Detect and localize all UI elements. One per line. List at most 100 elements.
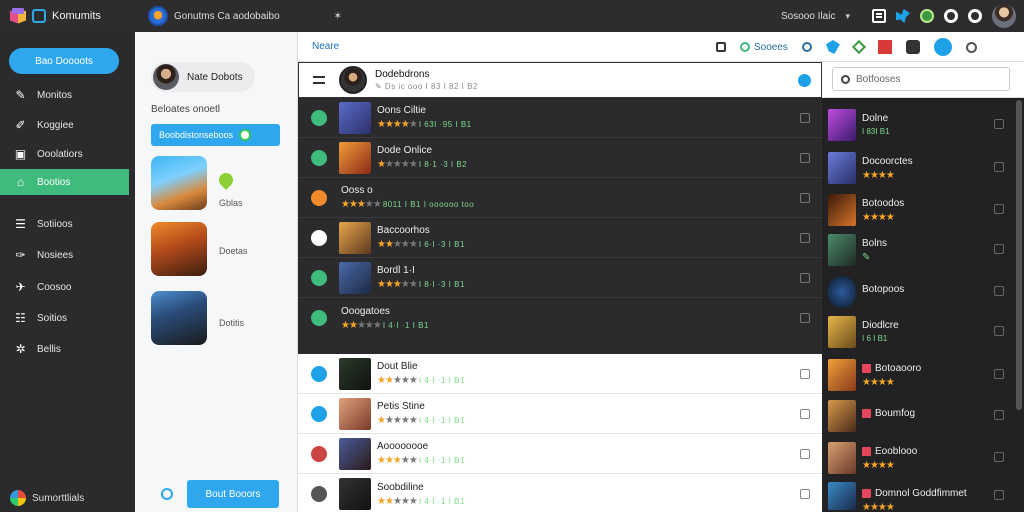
bookmark-icon[interactable]: [994, 490, 1004, 500]
sidebar-item-sotiioos[interactable]: ☰ Sotiioos: [0, 211, 135, 237]
list-item[interactable]: Oons Ciltie ★★★★★ I 63I ·95 I B1: [298, 98, 822, 138]
sidebar-item-soitios[interactable]: ☷ Soitios: [0, 305, 135, 331]
chat-bubble-icon[interactable]: [801, 42, 812, 52]
diamond-icon[interactable]: [851, 39, 866, 55]
notification-badge[interactable]: [798, 74, 811, 87]
info-icon[interactable]: [933, 38, 952, 56]
item-meta: I 83I B1: [862, 127, 890, 136]
bookmark-icon[interactable]: [994, 326, 1004, 336]
game-card-2[interactable]: [151, 222, 207, 276]
account-selector[interactable]: Sosooo Ilaic: [781, 11, 835, 22]
sidebar-item-nosiees[interactable]: ✑ Nosiees: [0, 242, 135, 268]
list-item[interactable]: Bordl 1·I ★★★★★ I 8·I ·3 I B1: [298, 258, 822, 298]
primary-action-button[interactable]: Bao Doooots: [9, 48, 119, 74]
right-list-item[interactable]: Eooblooo ★★★★: [822, 438, 1018, 478]
chat-title: Dodebdrons: [375, 69, 430, 80]
brand-name: Komumits: [52, 10, 101, 22]
item-meta: I 6 I B1: [862, 334, 888, 343]
game-thumbnail: [828, 152, 856, 184]
bookmark-icon[interactable]: [800, 489, 810, 499]
bookmark-icon[interactable]: [994, 452, 1004, 462]
right-list-item[interactable]: Botopoos: [822, 272, 1018, 312]
sidebar-item-ooolatiors[interactable]: ▣ Ooolatiors: [0, 141, 135, 167]
game-card-3[interactable]: [151, 291, 207, 345]
sidebar-footer[interactable]: Sumorttlials: [10, 490, 84, 506]
user-avatar[interactable]: [992, 4, 1016, 28]
bookmark-icon[interactable]: [994, 162, 1004, 172]
right-list-item[interactable]: Bolns ✎: [822, 230, 1018, 270]
search-input[interactable]: Botfooses: [832, 67, 1010, 91]
settings-icon[interactable]: [965, 41, 977, 53]
menu-icon[interactable]: [313, 76, 325, 84]
bookmark-icon[interactable]: [800, 273, 810, 283]
list-item[interactable]: Ooss o ★★★★★ 8011 I B1 I oooooo too: [298, 178, 822, 218]
item-name: Baccoorhos: [377, 225, 430, 236]
bookmark-icon[interactable]: [994, 410, 1004, 420]
sidebar-item-bootios[interactable]: ⌂ Bootios: [0, 169, 129, 195]
item-meta: I 4·I ·1 I B1: [382, 320, 429, 330]
bag-icon[interactable]: [905, 40, 920, 54]
avatar[interactable]: [339, 66, 367, 94]
game-list-dark: Oons Ciltie ★★★★★ I 63I ·95 I B1 Dode Onl…: [298, 98, 822, 354]
link-icon[interactable]: [716, 42, 726, 52]
list-item[interactable]: Aoooooooe ★★★★★ I 4·I ·1 I B1: [298, 434, 822, 474]
bookmark-icon[interactable]: [800, 193, 810, 203]
bookmark-icon[interactable]: [800, 409, 810, 419]
red-square-icon: [862, 363, 871, 373]
list-item[interactable]: Baccoorhos ★★★★★ I 6·I ·3 I B1: [298, 218, 822, 258]
ring-icon[interactable]: [944, 9, 958, 23]
status-dot-icon[interactable]: [920, 9, 934, 23]
sidebar-item-bellis[interactable]: ✲ Bellis: [0, 336, 135, 362]
bookmark-icon[interactable]: [800, 313, 810, 323]
bookmark-icon[interactable]: [800, 233, 810, 243]
list-item[interactable]: Dout Blie ★★★★★ I 4·I ·1 I B1: [298, 354, 822, 394]
game-card-1[interactable]: [151, 156, 207, 210]
chevron-down-icon[interactable]: ▾: [845, 11, 850, 22]
game-thumbnail: [828, 194, 856, 226]
ring-icon-2[interactable]: [968, 9, 982, 23]
status-icon: [311, 110, 327, 126]
right-list-item[interactable]: Docoorctes ★★★★: [822, 148, 1018, 188]
game-logo-icon[interactable]: [148, 6, 168, 26]
sidebar-item-monitos[interactable]: ✎ Monitos: [0, 82, 135, 108]
chart-icon[interactable]: [877, 40, 892, 54]
bookmark-icon[interactable]: [994, 204, 1004, 214]
window-icon[interactable]: [872, 9, 886, 23]
sidebar-item-coosoo[interactable]: ✈ Coosoo: [0, 274, 135, 300]
bookmark-icon[interactable]: [800, 153, 810, 163]
bookmark-icon[interactable]: [994, 286, 1004, 296]
main-panel: Neare Sooees Dodebdrons ✎ Ds ic ooo I 83…: [298, 32, 1024, 512]
window-title: Gonutms Ca aodobaibo: [174, 10, 280, 22]
search-button[interactable]: Sooees: [740, 42, 788, 53]
list-item[interactable]: Dode Onlice ★★★★★ I 8·1 ·3 I B2: [298, 138, 822, 178]
right-list-item[interactable]: Diodlcre I 6 I B1: [822, 312, 1018, 352]
sidebar-item-koggiee[interactable]: ✐ Koggiee: [0, 112, 135, 138]
bottom-action-button[interactable]: Bout Booors: [187, 480, 279, 508]
game-thumbnail: [828, 482, 856, 510]
star-icon[interactable]: ✶: [334, 11, 342, 22]
bookmark-icon[interactable]: [994, 369, 1004, 379]
rating-stars: ★★★★★: [377, 239, 418, 250]
list-item[interactable]: Soobdiline ★★★★★ I 4·I ·1 I B1: [298, 474, 822, 512]
action-button[interactable]: Boobdistonseboos: [151, 124, 280, 146]
status-icon: [311, 270, 327, 286]
bookmark-icon[interactable]: [800, 113, 810, 123]
list-item[interactable]: Ooogatoes ★★★★★ I 4·I ·1 I B1: [298, 298, 822, 338]
scrollbar[interactable]: [1016, 100, 1022, 410]
bookmark-icon[interactable]: [994, 244, 1004, 254]
right-list-item[interactable]: Boumfog: [822, 396, 1018, 436]
right-list-item[interactable]: Botoodos ★★★★: [822, 190, 1018, 230]
item-name: Diodlcre: [862, 320, 899, 331]
list-item[interactable]: Petis Stine ★★★★★ I 4·I ·1 I B1: [298, 394, 822, 434]
game-card-label: Dotitis: [219, 318, 245, 328]
bookmark-icon[interactable]: [800, 369, 810, 379]
bookmark-icon[interactable]: [994, 119, 1004, 129]
right-list-item[interactable]: Botoaooro ★★★★: [822, 355, 1018, 395]
bird-icon[interactable]: [825, 40, 840, 54]
right-list-item[interactable]: Domnol Goddfimmet ★★★★: [822, 480, 1018, 512]
brand[interactable]: Komumits: [0, 8, 140, 24]
user-chip[interactable]: Nate Dobots: [151, 62, 255, 92]
bookmark-icon[interactable]: [800, 449, 810, 459]
bird-icon[interactable]: [896, 9, 910, 23]
right-list-item[interactable]: Dolne I 83I B1: [822, 105, 1018, 145]
